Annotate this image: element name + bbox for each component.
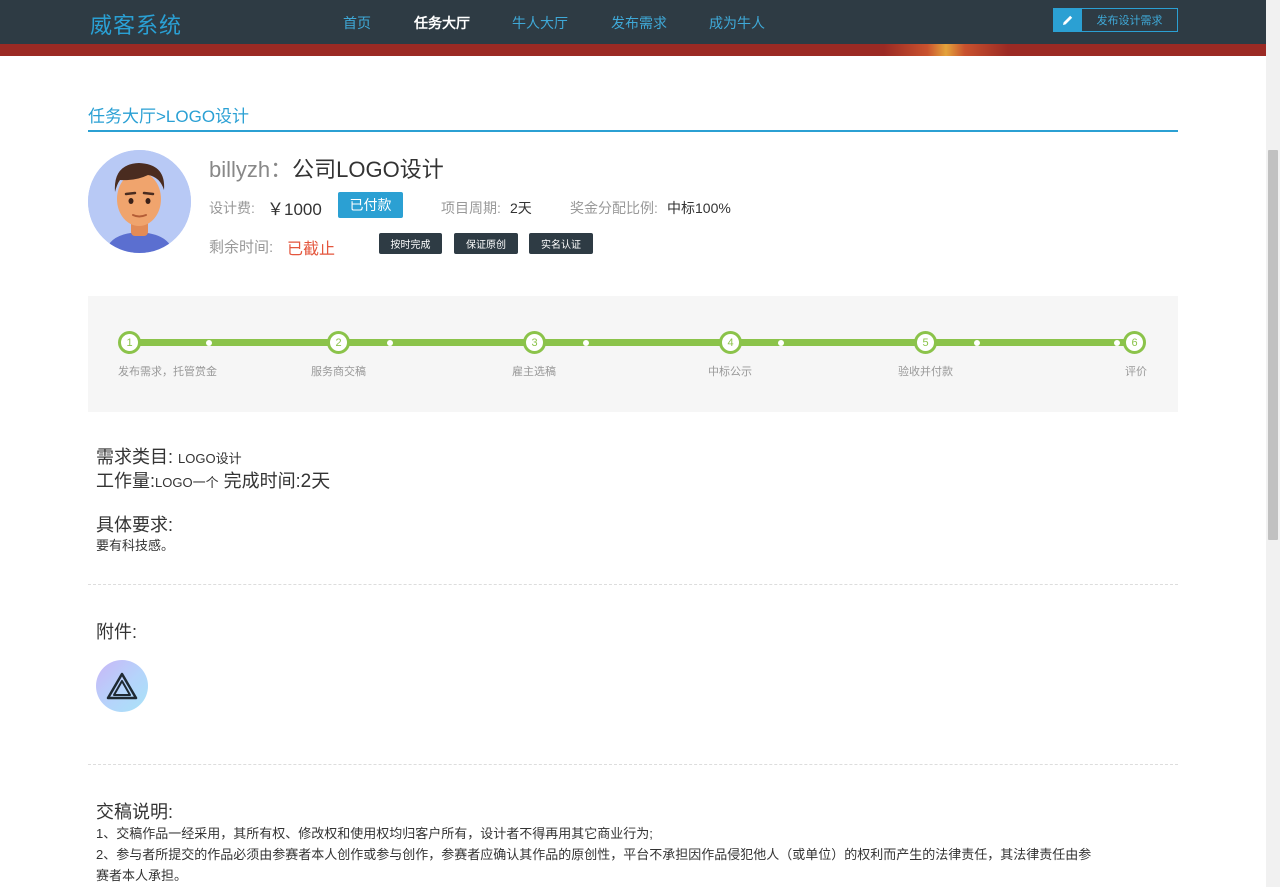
task-username[interactable]: billyzh：	[209, 157, 292, 182]
nav-become-talent[interactable]: 成为牛人	[709, 13, 765, 33]
period-label: 项目周期:	[441, 200, 501, 216]
nav-talent-hall[interactable]: 牛人大厅	[512, 13, 568, 33]
paid-button[interactable]: 已付款	[338, 192, 403, 218]
step-2-label: 服务商交稿	[311, 366, 366, 378]
step-6-label: 评价	[1125, 366, 1147, 378]
workload-line: 工作量:LOGO一个 完成时间:2天	[96, 466, 330, 493]
category-value: LOGO设计	[178, 451, 242, 466]
progress-dot	[778, 340, 784, 346]
progress-panel	[88, 296, 1178, 412]
pencil-icon	[1054, 9, 1082, 31]
step-4-label: 中标公示	[708, 366, 752, 378]
task-name: 公司LOGO设计	[292, 157, 444, 182]
period-value: 2天	[510, 200, 532, 216]
step-5-circle: 5	[914, 331, 937, 354]
step-3-label: 雇主选稿	[512, 366, 556, 378]
tag-on-time: 按时完成	[379, 233, 442, 254]
divider	[88, 764, 1178, 765]
progress-dot	[583, 340, 589, 346]
detail-text: 要有科技感。	[96, 538, 175, 553]
remaining-time-label: 剩余时间:	[209, 239, 274, 256]
progress-dot	[206, 340, 212, 346]
penrose-triangle-icon	[106, 672, 138, 700]
banner-decoration	[884, 44, 1008, 56]
divider	[88, 584, 1178, 585]
ratio-value: 中标100%	[667, 200, 731, 216]
nav-publish-demand[interactable]: 发布需求	[611, 13, 667, 33]
step-4-circle: 4	[719, 331, 742, 354]
step-3-circle: 3	[523, 331, 546, 354]
step-1-label: 发布需求，托管赏金	[118, 366, 217, 378]
progress-dot	[974, 340, 980, 346]
nav-task-hall[interactable]: 任务大厅	[414, 13, 470, 33]
publish-design-label: 发布设计需求	[1096, 15, 1163, 27]
nav-home[interactable]: 首页	[343, 13, 371, 33]
publish-design-button[interactable]: 发布设计需求	[1053, 8, 1178, 32]
submission-line-1: 1、交稿作品一经采用，其所有权、修改权和使用权均归客户所有，设计者不得再用其它商…	[96, 826, 653, 841]
scrollbar[interactable]	[1266, 0, 1280, 887]
fee-value: ￥1000	[267, 200, 322, 219]
avatar	[88, 150, 191, 253]
step-5-label: 验收并付款	[898, 366, 953, 378]
remaining-time-value: 已截止	[287, 241, 336, 258]
progress-track	[128, 339, 1134, 346]
top-navbar: 威客系统 首页 任务大厅 牛人大厅 发布需求 成为牛人 发布设计需求	[0, 0, 1266, 44]
category-label: 需求类目:	[96, 447, 174, 467]
detail-title: 具体要求:	[96, 515, 174, 535]
fee-label: 设计费:	[209, 200, 255, 216]
tag-verified: 实名认证	[529, 233, 593, 254]
submission-line-2: 2、参与者所提交的作品必须由参赛者本人创作或参与创作，参赛者应确认其作品的原创性…	[96, 847, 1092, 862]
breadcrumb[interactable]: 任务大厅>LOGO设计	[88, 102, 1178, 132]
brand-logo[interactable]: 威客系统	[90, 8, 182, 40]
workload-label: 工作量:	[96, 471, 156, 491]
step-1-circle: 1	[118, 331, 141, 354]
ratio-label: 奖金分配比例:	[570, 200, 658, 216]
workload-value: LOGO一个	[155, 475, 219, 490]
step-6-circle: 6	[1123, 331, 1146, 354]
progress-dot	[1114, 340, 1120, 346]
attachments-title: 附件:	[96, 622, 138, 642]
avatar-illustration	[88, 150, 191, 253]
banner-strip	[0, 44, 1266, 56]
progress-dot	[387, 340, 393, 346]
page: 威客系统 首页 任务大厅 牛人大厅 发布需求 成为牛人 发布设计需求 任务大厅>…	[0, 0, 1280, 887]
attachment-triangle-icon[interactable]	[96, 660, 148, 712]
submission-line-3: 赛者本人承担。	[96, 868, 188, 883]
submission-title: 交稿说明:	[96, 802, 174, 822]
finish-time-label: 完成时间:	[223, 471, 301, 491]
tag-original: 保证原创	[454, 233, 518, 254]
task-title: billyzh：公司LOGO设计	[209, 152, 444, 184]
scrollbar-thumb[interactable]	[1268, 150, 1278, 540]
step-2-circle: 2	[327, 331, 350, 354]
finish-time-value: 2天	[300, 471, 331, 492]
